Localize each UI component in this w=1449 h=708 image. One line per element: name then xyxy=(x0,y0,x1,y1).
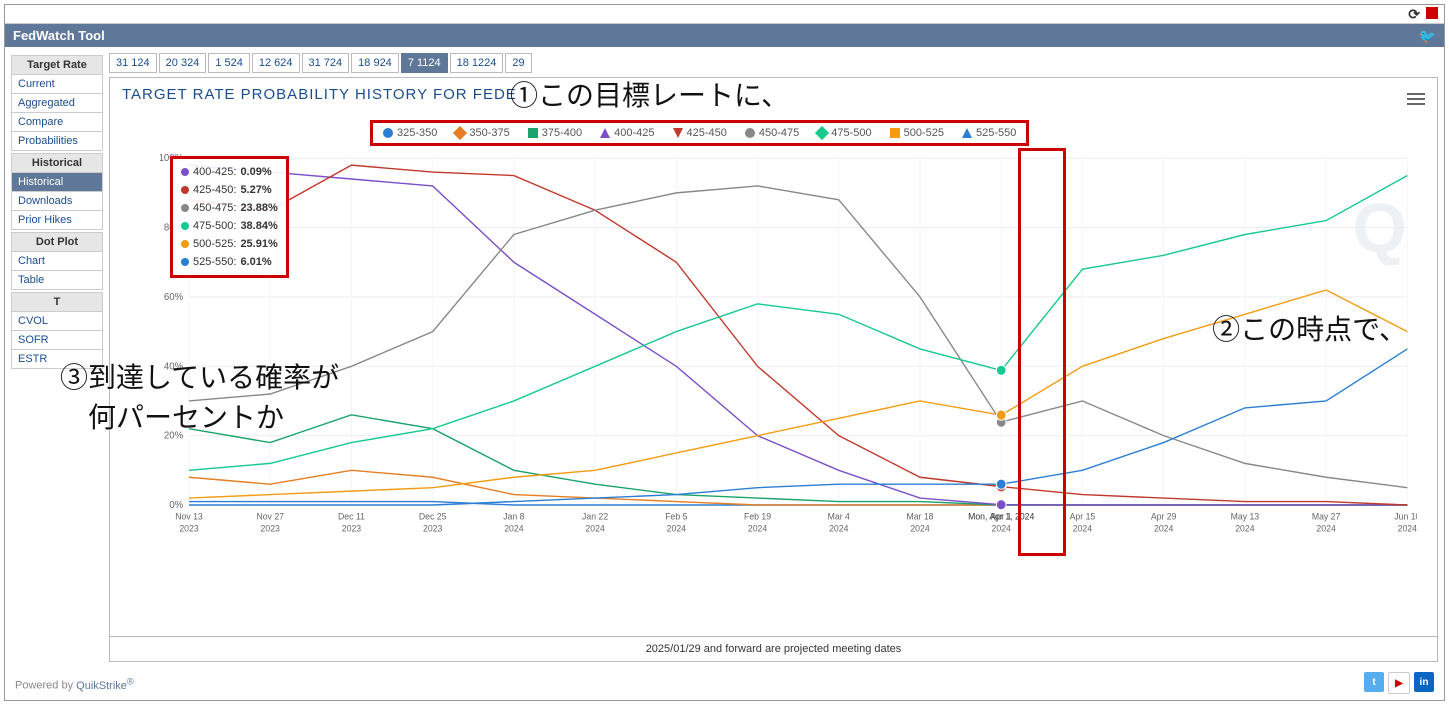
legend-item[interactable]: 400-425 xyxy=(600,127,654,139)
svg-text:2023: 2023 xyxy=(342,523,361,533)
date-tab[interactable]: 12 624 xyxy=(252,53,300,73)
svg-text:May 13: May 13 xyxy=(1231,511,1260,521)
svg-text:Nov 13: Nov 13 xyxy=(175,511,203,521)
main-panel: 31 12420 3241 52412 62431 72418 9247 112… xyxy=(109,53,1438,662)
app-frame: ⟳ FedWatch Tool 🐦 Target RateCurrentAggr… xyxy=(4,4,1445,701)
sidebar-group-head: Target Rate xyxy=(11,55,103,75)
date-tab[interactable]: 18 924 xyxy=(351,53,399,73)
svg-text:2024: 2024 xyxy=(1316,523,1335,533)
sidebar-item[interactable]: SOFR xyxy=(11,331,103,350)
sidebar-item[interactable]: ESTR xyxy=(11,350,103,369)
plot-area[interactable]: 0%20%40%60%80%100%Nov 132023Nov 272023De… xyxy=(160,148,1417,556)
svg-text:2024: 2024 xyxy=(910,523,929,533)
svg-text:2024: 2024 xyxy=(748,523,767,533)
svg-text:Dec 11: Dec 11 xyxy=(338,511,365,521)
chart-title: TARGET RATE PROBABILITY HISTORY FOR FEDE xyxy=(122,86,1425,103)
sidebar-item[interactable]: Prior Hikes xyxy=(11,211,103,230)
svg-text:20%: 20% xyxy=(164,430,183,441)
window-topbar: ⟳ xyxy=(5,5,1444,24)
legend-item[interactable]: 475-500 xyxy=(817,127,871,139)
legend-item[interactable]: 525-550 xyxy=(962,127,1016,139)
sidebar-item[interactable]: Historical xyxy=(11,173,103,192)
twitter-icon[interactable]: 🐦 xyxy=(1419,28,1436,45)
legend-item[interactable]: 425-450 xyxy=(673,127,727,139)
svg-text:Feb 5: Feb 5 xyxy=(665,511,687,521)
footer-note: 2025/01/29 and forward are projected mee… xyxy=(109,637,1438,662)
svg-text:May 27: May 27 xyxy=(1312,511,1341,521)
chart-container: TARGET RATE PROBABILITY HISTORY FOR FEDE… xyxy=(109,77,1438,637)
pdf-icon[interactable] xyxy=(1426,7,1438,19)
date-tab[interactable]: 31 724 xyxy=(302,53,350,73)
date-tabs: 31 12420 3241 52412 62431 72418 9247 112… xyxy=(109,53,1438,73)
title-bar: FedWatch Tool 🐦 xyxy=(5,24,1444,47)
twitter-share-icon[interactable]: t xyxy=(1364,672,1384,692)
svg-text:Jan 22: Jan 22 xyxy=(582,511,608,521)
sidebar-item[interactable]: Downloads xyxy=(11,192,103,211)
youtube-icon[interactable]: ▶ xyxy=(1388,672,1410,694)
linkedin-icon[interactable]: in xyxy=(1414,672,1434,692)
date-tab[interactable]: 20 324 xyxy=(159,53,207,73)
sidebar-group-head: Dot Plot xyxy=(11,232,103,252)
legend-item[interactable]: 500-525 xyxy=(890,127,944,139)
sidebar-group-head: T xyxy=(11,292,103,312)
cursor-highlight xyxy=(1018,148,1066,556)
date-tab[interactable]: 18 1224 xyxy=(450,53,504,73)
social-icons: t ▶ in xyxy=(1364,672,1434,694)
sidebar-item[interactable]: Table xyxy=(11,271,103,290)
svg-text:Mar 4: Mar 4 xyxy=(828,511,850,521)
svg-text:2024: 2024 xyxy=(992,523,1011,533)
app-title: FedWatch Tool xyxy=(13,28,105,43)
refresh-icon[interactable]: ⟳ xyxy=(1408,6,1420,23)
legend-item[interactable]: 350-375 xyxy=(455,127,509,139)
svg-text:2024: 2024 xyxy=(1154,523,1173,533)
legend-item[interactable]: 450-475 xyxy=(745,127,799,139)
date-tab[interactable]: 1 524 xyxy=(208,53,250,73)
svg-text:2023: 2023 xyxy=(179,523,198,533)
svg-text:0%: 0% xyxy=(169,500,183,511)
svg-text:40%: 40% xyxy=(164,361,183,372)
sidebar-item[interactable]: Probabilities xyxy=(11,132,103,151)
date-tab[interactable]: 31 124 xyxy=(109,53,157,73)
sidebar-item[interactable]: Current xyxy=(11,75,103,94)
date-tab[interactable]: 7 1124 xyxy=(401,53,448,73)
legend: 325-350 350-375 375-400 400-425 425-450 450-4… xyxy=(370,120,1029,146)
legend-item[interactable]: 375-400 xyxy=(528,127,582,139)
svg-text:Apr 15: Apr 15 xyxy=(1070,511,1096,521)
sidebar-item[interactable]: Chart xyxy=(11,252,103,271)
svg-text:2024: 2024 xyxy=(585,523,604,533)
svg-text:Mar 18: Mar 18 xyxy=(906,511,933,521)
powered-by: Powered by QuikStrike® t ▶ in xyxy=(5,668,1444,700)
chart-menu-icon[interactable] xyxy=(1407,90,1425,108)
hover-tooltip: 400-425: 0.09%425-450: 5.27%450-475: 23.… xyxy=(170,156,289,278)
sidebar: Target RateCurrentAggregatedCompareProba… xyxy=(11,53,103,369)
svg-text:Jun 10: Jun 10 xyxy=(1394,511,1417,521)
sidebar-item[interactable]: CVOL xyxy=(11,312,103,331)
svg-text:Feb 19: Feb 19 xyxy=(744,511,771,521)
legend-item[interactable]: 325-350 xyxy=(383,127,437,139)
svg-text:Apr 29: Apr 29 xyxy=(1151,511,1177,521)
svg-text:2024: 2024 xyxy=(1398,523,1417,533)
svg-text:2024: 2024 xyxy=(504,523,523,533)
sidebar-item[interactable]: Aggregated xyxy=(11,94,103,113)
svg-text:Jan 8: Jan 8 xyxy=(503,511,524,521)
sidebar-group-head: Historical xyxy=(11,153,103,173)
svg-text:2023: 2023 xyxy=(423,523,442,533)
svg-text:2024: 2024 xyxy=(1235,523,1254,533)
svg-text:2024: 2024 xyxy=(667,523,686,533)
svg-text:Nov 27: Nov 27 xyxy=(256,511,284,521)
svg-text:2024: 2024 xyxy=(829,523,848,533)
sidebar-item[interactable]: Compare xyxy=(11,113,103,132)
svg-text:2023: 2023 xyxy=(261,523,280,533)
svg-text:2024: 2024 xyxy=(1073,523,1092,533)
svg-text:60%: 60% xyxy=(164,292,183,303)
date-tab[interactable]: 29 xyxy=(505,53,531,73)
svg-text:Dec 25: Dec 25 xyxy=(419,511,447,521)
